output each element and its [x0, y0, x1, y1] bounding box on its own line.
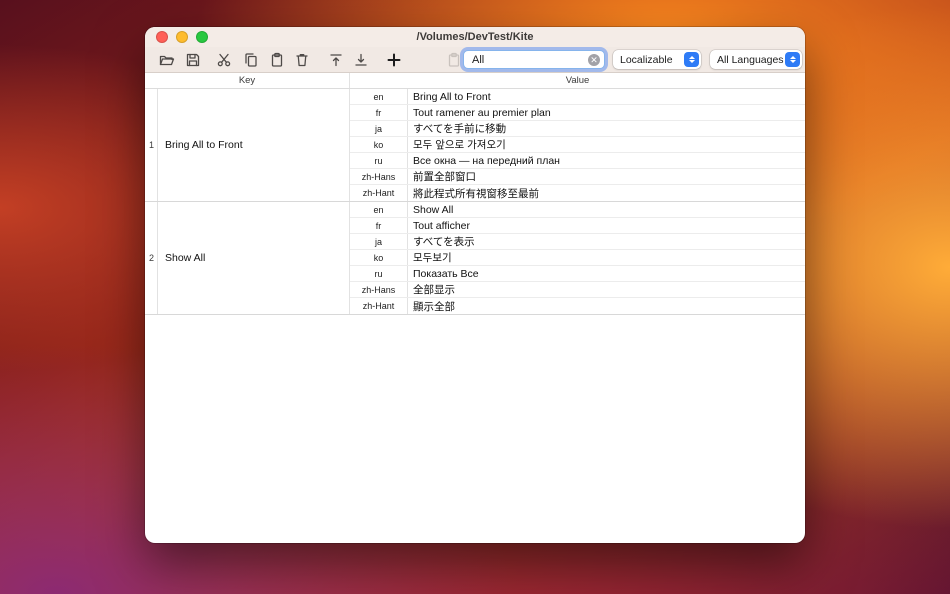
table-row[interactable]: zh-Hans 前置全部窗口 — [350, 169, 805, 185]
language-code: en — [350, 202, 408, 217]
value-cell[interactable]: 모두 앞으로 가져오기 — [408, 137, 805, 152]
paste-button[interactable] — [268, 51, 286, 69]
key-cell[interactable]: Show All — [158, 202, 350, 314]
open-button[interactable] — [158, 51, 176, 69]
language-code: ru — [350, 266, 408, 281]
value-cell[interactable]: 顯示全部 — [408, 298, 805, 314]
row-number: 2 — [145, 202, 158, 314]
value-cell[interactable]: Показать Все — [408, 266, 805, 281]
app-window: /Volumes/DevTest/Kite All ✕ Localizable … — [145, 27, 805, 543]
filter-icon — [446, 52, 462, 68]
desktop-wallpaper: /Volumes/DevTest/Kite All ✕ Localizable … — [0, 0, 950, 594]
clear-search-icon[interactable]: ✕ — [588, 53, 600, 66]
copy-button[interactable] — [242, 51, 260, 69]
move-to-top-icon — [328, 52, 344, 68]
close-button[interactable] — [156, 31, 168, 43]
value-cell[interactable]: Все окна — на передний план — [408, 153, 805, 168]
add-button[interactable] — [385, 51, 403, 69]
minimize-button[interactable] — [176, 31, 188, 43]
value-cell[interactable]: 모두보기 — [408, 250, 805, 265]
table-dropdown[interactable]: Localizable — [613, 50, 701, 69]
value-cell[interactable]: すべてを手前に移動 — [408, 121, 805, 136]
traffic-lights — [156, 31, 208, 43]
search-input[interactable] — [470, 52, 588, 67]
value-cell[interactable]: 前置全部窗口 — [408, 169, 805, 184]
translation-rows: en Show All fr Tout afficher ja すべてを表示 ko 모두보기 r… — [350, 202, 805, 314]
window-title: /Volumes/DevTest/Kite — [416, 31, 534, 43]
move-to-bottom-button[interactable] — [352, 51, 370, 69]
table-row[interactable]: ko 모두 앞으로 가져오기 — [350, 137, 805, 153]
chevron-up-down-icon — [785, 52, 800, 67]
key-cell[interactable]: Bring All to Front — [158, 89, 350, 201]
table-row[interactable]: fr Tout afficher — [350, 218, 805, 234]
table-group: 2 Show All en Show All fr Tout afficher ja すべてを… — [145, 202, 805, 315]
table-dropdown-label: Localizable — [620, 53, 673, 66]
save-button[interactable] — [184, 51, 202, 69]
table-row[interactable]: ru Все окна — на передний план — [350, 153, 805, 169]
language-code: fr — [350, 105, 408, 120]
language-code: fr — [350, 218, 408, 233]
table-row[interactable]: zh-Hant 將此程式所有視窗移至最前 — [350, 185, 805, 201]
table-row[interactable]: ko 모두보기 — [350, 250, 805, 266]
table-group: 1 Bring All to Front en Bring All to Front f… — [145, 89, 805, 202]
paste-icon — [269, 52, 285, 68]
table-row[interactable]: en Bring All to Front — [350, 89, 805, 105]
value-cell[interactable]: Tout ramener au premier plan — [408, 105, 805, 120]
value-cell[interactable]: すべてを表示 — [408, 234, 805, 249]
key-column-header[interactable]: Key — [145, 73, 350, 88]
value-cell[interactable]: Tout afficher — [408, 218, 805, 233]
toolbar: ✕ Localizable All Languages — [145, 47, 805, 73]
language-dropdown[interactable]: All Languages — [710, 50, 802, 69]
window-titlebar[interactable]: /Volumes/DevTest/Kite — [145, 27, 805, 47]
cut-icon — [216, 52, 232, 68]
copy-icon — [243, 52, 259, 68]
language-code: zh-Hans — [350, 282, 408, 297]
delete-button[interactable] — [293, 51, 311, 69]
table-row[interactable]: ja すべてを表示 — [350, 234, 805, 250]
value-cell[interactable]: Show All — [408, 202, 805, 217]
language-code: zh-Hant — [350, 185, 408, 201]
move-to-bottom-icon — [353, 52, 369, 68]
open-folder-icon — [159, 52, 175, 68]
translation-rows: en Bring All to Front fr Tout ramener au pr… — [350, 89, 805, 201]
language-code: ru — [350, 153, 408, 168]
table-row[interactable]: ja すべてを手前に移動 — [350, 121, 805, 137]
fullscreen-button[interactable] — [196, 31, 208, 43]
table-row[interactable]: zh-Hant 顯示全部 — [350, 298, 805, 314]
chevron-up-down-icon — [684, 52, 699, 67]
table-row[interactable]: ru Показать Все — [350, 266, 805, 282]
trash-icon — [294, 52, 310, 68]
plus-icon — [386, 52, 402, 68]
table-header: Key Value — [145, 73, 805, 89]
table-row[interactable]: fr Tout ramener au premier plan — [350, 105, 805, 121]
value-cell[interactable]: 將此程式所有視窗移至最前 — [408, 185, 805, 201]
language-code: ko — [350, 250, 408, 265]
search-field[interactable]: ✕ — [463, 50, 605, 69]
row-number: 1 — [145, 89, 158, 201]
language-code: ko — [350, 137, 408, 152]
value-cell[interactable]: 全部显示 — [408, 282, 805, 297]
save-icon — [185, 52, 201, 68]
language-code: ja — [350, 234, 408, 249]
language-code: zh-Hans — [350, 169, 408, 184]
table-row[interactable]: en Show All — [350, 202, 805, 218]
language-code: ja — [350, 121, 408, 136]
language-code: zh-Hant — [350, 298, 408, 314]
table-row[interactable]: zh-Hans 全部显示 — [350, 282, 805, 298]
move-to-top-button[interactable] — [327, 51, 345, 69]
value-column-header[interactable]: Value — [350, 73, 805, 88]
value-cell[interactable]: Bring All to Front — [408, 89, 805, 104]
filter-button — [445, 51, 463, 69]
language-dropdown-label: All Languages — [717, 53, 784, 66]
strings-table: 1 Bring All to Front en Bring All to Front f… — [145, 89, 805, 315]
language-code: en — [350, 89, 408, 104]
cut-button[interactable] — [215, 51, 233, 69]
